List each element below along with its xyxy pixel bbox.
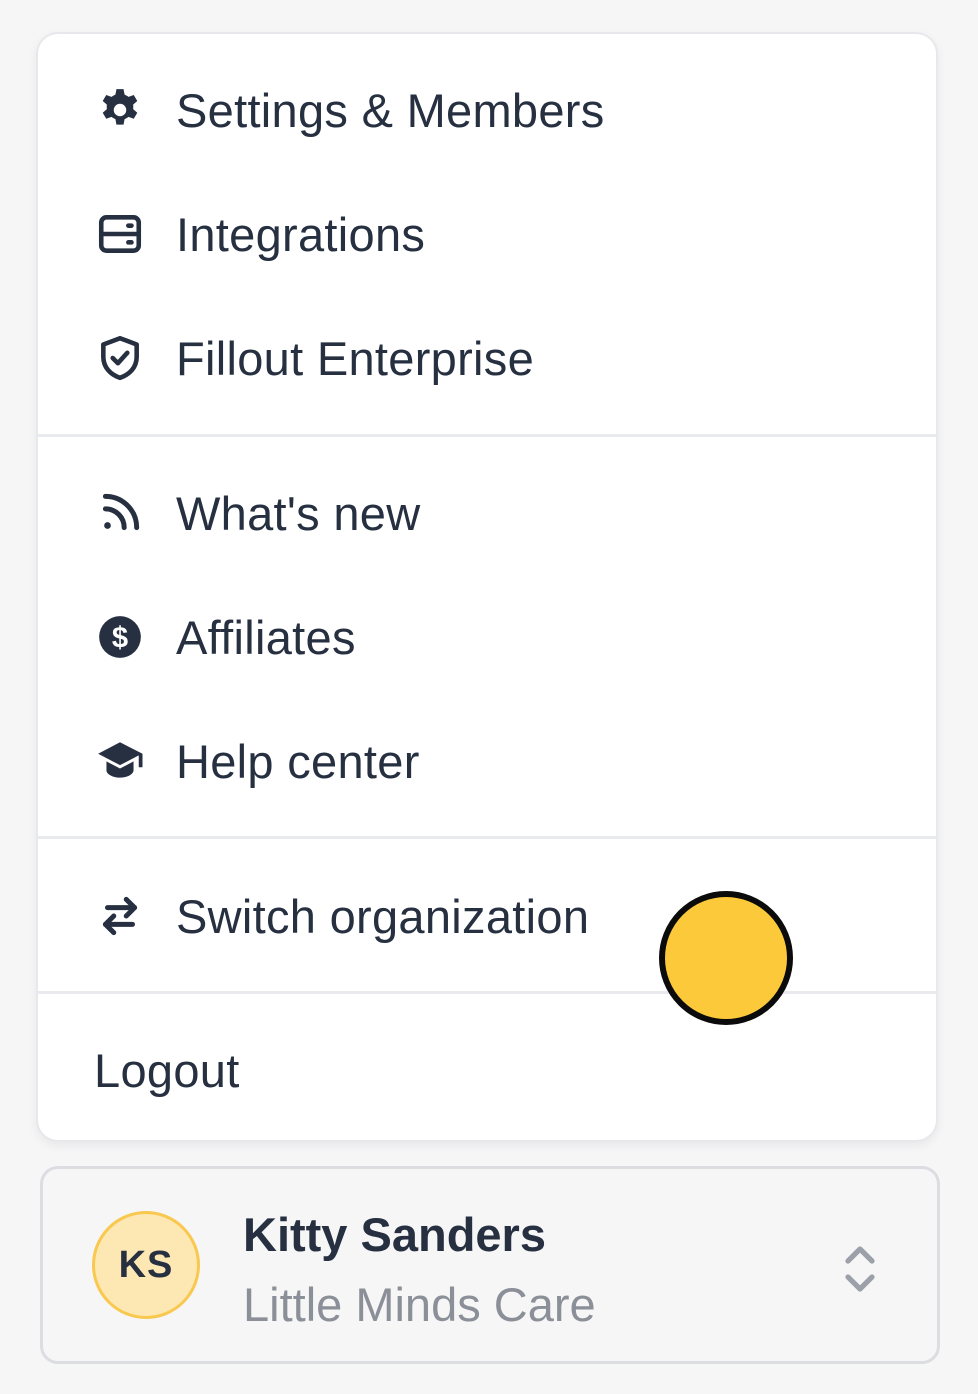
menu-item-help-center[interactable]: Help center bbox=[38, 711, 936, 811]
menu-item-affiliates[interactable]: $ Affiliates bbox=[38, 587, 936, 687]
gear-icon bbox=[94, 84, 146, 136]
account-switcher-button[interactable]: KS Kitty Sanders Little Minds Care bbox=[40, 1166, 940, 1364]
chevron-up-down-icon bbox=[840, 1241, 880, 1297]
svg-text:$: $ bbox=[112, 622, 128, 654]
menu-item-label: Fillout Enterprise bbox=[176, 331, 535, 385]
avatar: KS bbox=[92, 1211, 200, 1319]
organization-name: Little Minds Care bbox=[243, 1278, 596, 1331]
user-name: Kitty Sanders bbox=[243, 1208, 546, 1261]
menu-divider bbox=[38, 991, 936, 994]
menu-item-logout[interactable]: Logout bbox=[38, 1020, 936, 1120]
cursor-indicator bbox=[659, 891, 793, 1025]
menu-item-label: What's new bbox=[176, 486, 421, 540]
menu-divider bbox=[38, 836, 936, 839]
menu-item-settings-members[interactable]: Settings & Members bbox=[38, 60, 936, 160]
menu-item-label: Help center bbox=[176, 734, 420, 788]
menu-item-label: Affiliates bbox=[176, 610, 356, 664]
menu-item-integrations[interactable]: Integrations bbox=[38, 184, 936, 284]
dollar-circle-icon: $ bbox=[94, 611, 146, 663]
rss-icon bbox=[94, 487, 146, 539]
shield-check-icon bbox=[94, 332, 146, 384]
menu-item-fillout-enterprise[interactable]: Fillout Enterprise bbox=[38, 308, 936, 408]
arrows-switch-icon bbox=[94, 890, 146, 942]
menu-item-label: Logout bbox=[94, 1043, 240, 1097]
server-icon bbox=[94, 208, 146, 260]
menu-item-switch-organization[interactable]: Switch organization bbox=[38, 866, 936, 966]
menu-item-label: Switch organization bbox=[176, 889, 590, 943]
menu-item-whats-new[interactable]: What's new bbox=[38, 463, 936, 563]
menu-divider bbox=[38, 434, 936, 437]
graduation-cap-icon bbox=[94, 735, 146, 787]
account-dropdown-menu: Settings & Members Integrations Fillout … bbox=[36, 32, 938, 1142]
menu-item-label: Settings & Members bbox=[176, 83, 605, 137]
menu-item-label: Integrations bbox=[176, 207, 426, 261]
